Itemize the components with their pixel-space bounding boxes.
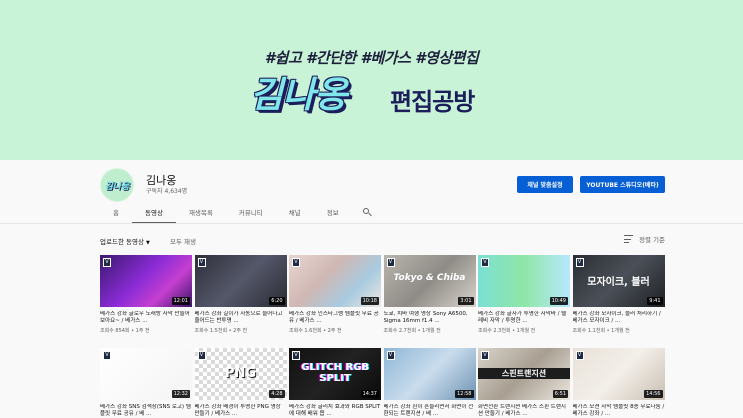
tab-about[interactable]: 정보 <box>314 204 352 224</box>
video-meta: 조회수 2.3천회 • 1개월 전 <box>478 328 536 334</box>
video-duration: 10:18 <box>360 297 379 305</box>
uploads-label: 업로드한 동영상 <box>100 238 144 246</box>
tabs-divider <box>0 223 743 224</box>
vegas-logo-icon: V <box>386 351 395 360</box>
vegas-logo-icon: V <box>197 258 206 267</box>
video-duration: 14:56 <box>644 390 663 398</box>
video-thumbnail[interactable]: V 10:18 <box>289 255 381 307</box>
banner-brand-sub: 편집공방 <box>390 88 475 116</box>
channel-tabs: 홈 동영상 재생목록 커뮤니티 채널 정보 <box>100 204 378 224</box>
tab-home[interactable]: 홈 <box>100 204 132 224</box>
video-thumbnail[interactable]: V 모자이크, 블러 9:41 <box>572 255 665 307</box>
video-duration: 4:28 <box>269 390 285 398</box>
video-title[interactable]: 화면전환 트랜지션 베가스 스핀 트랜지션 만들기 / 베가스 ... <box>478 404 570 418</box>
search-icon[interactable] <box>358 204 378 224</box>
video-thumbnail[interactable]: V GLITCH RGB SPLIT 14:37 <box>289 348 381 400</box>
video-duration: 12:01 <box>171 297 190 305</box>
video-card[interactable]: V GLITCH RGB SPLIT 14:37 베가스 강좌 글리치 효과와 RGB… <box>289 348 381 418</box>
video-card[interactable]: V 12:01 베가스 강좌 글로우 노래방 자막 만들어 보아요~ / 베가스 .… <box>100 255 192 334</box>
play-all-link[interactable]: 모두 재생 <box>170 236 196 246</box>
caret-down-icon: ▼ <box>145 240 150 246</box>
video-meta: 조회수 2.7천회 • 1개월 전 <box>383 328 441 334</box>
vegas-logo-icon: V <box>103 258 111 267</box>
video-thumbnail[interactable]: V PNG 4:28 <box>194 348 287 400</box>
video-title[interactable]: 베가스 강좌 SNS 검색창(SNS 로고) 템플릿 무료 공유 / 베 ... <box>100 404 192 418</box>
video-meta: 조회수 1.6천회 • 2주 전 <box>289 328 342 334</box>
thumbnail-overlay-text: 스핀트랜지션 <box>478 368 570 379</box>
thumbnail-overlay-text: Tokyo & Chiba <box>393 273 466 283</box>
video-duration: 9:41 <box>647 297 663 305</box>
thumbnail-overlay-text: GLITCH RGB SPLIT <box>301 362 369 384</box>
video-title[interactable]: 베가스 강좌 길이가 자동으로 늘어나고 줄어드는 반투명 ... <box>195 311 287 325</box>
video-duration: 12:58 <box>455 390 474 398</box>
video-thumbnail[interactable]: V 스핀트랜지션 6:51 <box>478 348 570 400</box>
youtube-studio-button[interactable]: YOUTUBE 스튜디오(베타) <box>580 176 665 193</box>
video-card[interactable]: V PNG 4:28 베가스 강좌 배경이 투명한 PNG 영상 만들기 / 베가스 … <box>194 348 287 418</box>
video-title[interactable]: 베가스 강좌 흰이 흔들리면서 화면이 전환되는 트랜지션 / 베 ... <box>384 404 476 418</box>
uploads-dropdown[interactable]: 업로드한 동영상 ▼ <box>100 236 150 246</box>
vegas-logo-icon: V <box>103 351 111 360</box>
channel-banner: #쉽고 #간단한 #베가스 #영상편집 김나옹 편집공방 <box>0 0 743 160</box>
video-title[interactable]: 베가스 강좌 글자가 투명한 자막바 / 텔레비 자막 / 투명한 ... <box>478 311 570 325</box>
video-thumbnail[interactable]: V 12:32 <box>100 348 192 400</box>
vegas-logo-icon: V <box>481 258 489 267</box>
video-card[interactable]: V 14:56 베가스 모션 자막 템플릿 8종 무료나눔 / 베가스 강좌 / .… <box>572 348 665 418</box>
tab-community[interactable]: 커뮤니티 <box>226 204 276 224</box>
banner-tagline: #쉽고 #간단한 #베가스 #영상편집 <box>264 49 479 67</box>
vegas-logo-icon: V <box>575 258 584 267</box>
tab-playlists[interactable]: 재생목록 <box>176 204 226 224</box>
video-card[interactable]: V 12:32 베가스 강좌 SNS 검색창(SNS 로고) 템플릿 무료 공유 /… <box>100 348 192 418</box>
banner-brand-name: 김나옹 <box>250 75 347 116</box>
video-duration: 12:32 <box>171 390 190 398</box>
video-thumbnail[interactable]: V 12:58 <box>383 348 476 400</box>
channel-avatar[interactable]: 김나옹 <box>100 168 134 202</box>
vegas-logo-icon: V <box>386 258 395 267</box>
video-title[interactable]: 베가스 강좌 배경이 투명한 PNG 영상 만들기 / 베가스 ... <box>195 404 287 418</box>
video-title[interactable]: 베가스 강좌 모자이크, 블러 처리하기 / 베가스 모자이크 / ... <box>573 311 665 325</box>
video-thumbnail[interactable]: V 6:20 <box>194 255 287 307</box>
avatar-text: 김나옹 <box>104 181 130 192</box>
vegas-logo-icon: V <box>197 351 206 360</box>
vegas-logo-icon: V <box>292 351 300 360</box>
thumbnail-overlay-text: 모자이크, 블러 <box>587 277 650 288</box>
video-title[interactable]: 베가스 강좌 글리치 효과와 RGB SPLIT에 대해 배워 봅 ... <box>289 404 381 418</box>
video-title[interactable]: 베가스 강좌 인스타그램 템플릿 무료 공유 / 베가스 ... <box>289 311 381 325</box>
sort-label: 정렬 기준 <box>639 236 665 244</box>
video-duration: 3:01 <box>458 297 474 305</box>
video-card[interactable]: V 스핀트랜지션 6:51 화면전환 트랜지션 베가스 스핀 트랜지션 만들기 / 베… <box>478 348 570 418</box>
video-title[interactable]: 베가스 강좌 글로우 노래방 자막 만들어 보아요~ / 베가스 ... <box>100 311 192 325</box>
video-thumbnail[interactable]: V 12:01 <box>100 255 192 307</box>
video-duration: 14:37 <box>360 390 379 398</box>
video-card[interactable]: V 10:18 베가스 강좌 인스타그램 템플릿 무료 공유 / 베가스 ... 조회… <box>289 255 381 334</box>
video-duration: 6:20 <box>269 297 285 305</box>
video-card[interactable]: V 6:20 베가스 강좌 길이가 자동으로 늘어나고 줄어드는 반투명 ... 조회… <box>194 255 287 334</box>
vegas-logo-icon: V <box>481 351 489 360</box>
vegas-logo-icon: V <box>292 258 300 267</box>
sort-icon <box>624 235 633 243</box>
vegas-logo-icon: V <box>575 351 584 360</box>
tab-videos[interactable]: 동영상 <box>131 204 176 224</box>
video-thumbnail[interactable]: V 10:49 <box>478 255 570 307</box>
video-card[interactable]: V 10:49 베가스 강좌 글자가 투명한 자막바 / 텔레비 자막 / 투명한 … <box>478 255 570 334</box>
video-card[interactable]: V Tokyo & Chiba 3:01 도쿄, 치바 여행 영상 Sony A650… <box>383 255 476 334</box>
video-meta: 조회수 1.5천회 • 2주 전 <box>194 328 248 334</box>
video-card[interactable]: V 12:58 베가스 강좌 흰이 흔들리면서 화면이 전환되는 트랜지션 / 베 … <box>383 348 476 418</box>
customize-channel-button[interactable]: 채널 맞춤설정 <box>517 176 573 193</box>
video-title[interactable]: 베가스 모션 자막 템플릿 8종 무료나눔 / 베가스 강좌 / ... <box>573 404 665 418</box>
video-duration: 6:51 <box>552 390 568 398</box>
video-thumbnail[interactable]: V Tokyo & Chiba 3:01 <box>383 255 476 307</box>
video-card[interactable]: V 모자이크, 블러 9:41 베가스 강좌 모자이크, 블러 처리하기 / 베가스 … <box>572 255 665 334</box>
video-thumbnail[interactable]: V 14:56 <box>572 348 665 400</box>
subscriber-count: 구독자 4,634명 <box>146 188 188 195</box>
video-meta: 조회수 854회 • 1주 전 <box>100 328 150 334</box>
video-duration: 10:49 <box>549 297 568 305</box>
tab-channels[interactable]: 채널 <box>276 204 314 224</box>
video-title[interactable]: 도쿄, 치바 여행 영상 Sony A6500, Sigma 16mm f1.4… <box>384 311 476 325</box>
sort-button[interactable]: 정렬 기준 <box>624 234 665 244</box>
thumbnail-overlay-text: PNG <box>224 366 257 381</box>
video-meta: 조회수 1.1천회 • 1개월 전 <box>572 328 630 334</box>
